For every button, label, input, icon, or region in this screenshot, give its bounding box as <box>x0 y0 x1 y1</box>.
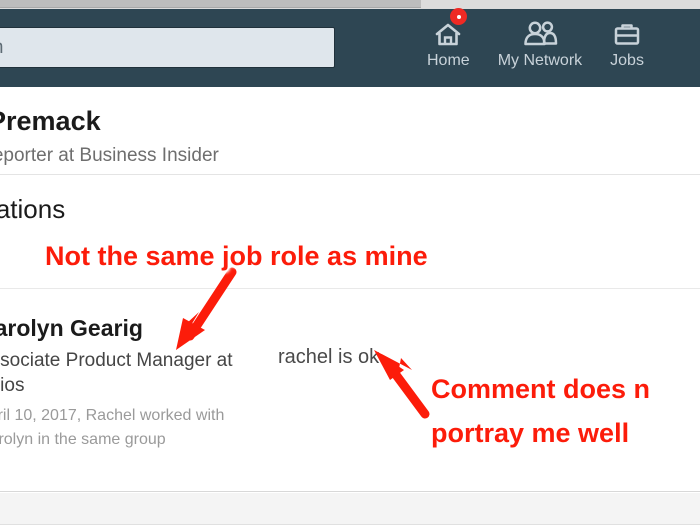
recommendations-card: nendations Ask for (0) Carolyn Gearig As… <box>0 177 700 492</box>
recommendation-meta: April 10, 2017, Rachel worked with Carol… <box>0 407 225 448</box>
people-icon <box>520 13 560 49</box>
nav-item-my-network[interactable]: My Network <box>484 13 596 70</box>
nav-item-home[interactable]: Home <box>413 8 484 70</box>
recommender-name[interactable]: Carolyn Gearig <box>0 315 143 342</box>
browser-tab-strip <box>0 0 421 8</box>
recommender-role: Associate Product Manager at Axios <box>0 350 233 396</box>
nav-items-group: Home My Network Jobs <box>413 8 658 70</box>
profile-headline: rs Reporter at Business Insider <box>0 145 219 166</box>
search-input[interactable] <box>0 27 335 68</box>
top-navigation-bar: Home My Network Jobs <box>0 8 700 87</box>
nav-label-my-network: My Network <box>497 52 583 69</box>
nav-item-jobs[interactable]: Jobs <box>596 13 658 70</box>
recommendations-title: nendations <box>0 194 66 224</box>
page-bottom-strip <box>0 493 700 525</box>
profile-name: el Premack <box>0 106 101 136</box>
home-notification-badge <box>450 8 468 25</box>
nav-label-home: Home <box>427 52 470 69</box>
nav-label-jobs: Jobs <box>610 52 644 69</box>
briefcase-icon <box>611 13 643 49</box>
tab-divider <box>0 288 700 289</box>
profile-header-card: el Premack rs Reporter at Business Insid… <box>0 87 700 175</box>
recommendation-comment: rachel is ok <box>278 346 380 368</box>
home-icon <box>432 8 468 49</box>
